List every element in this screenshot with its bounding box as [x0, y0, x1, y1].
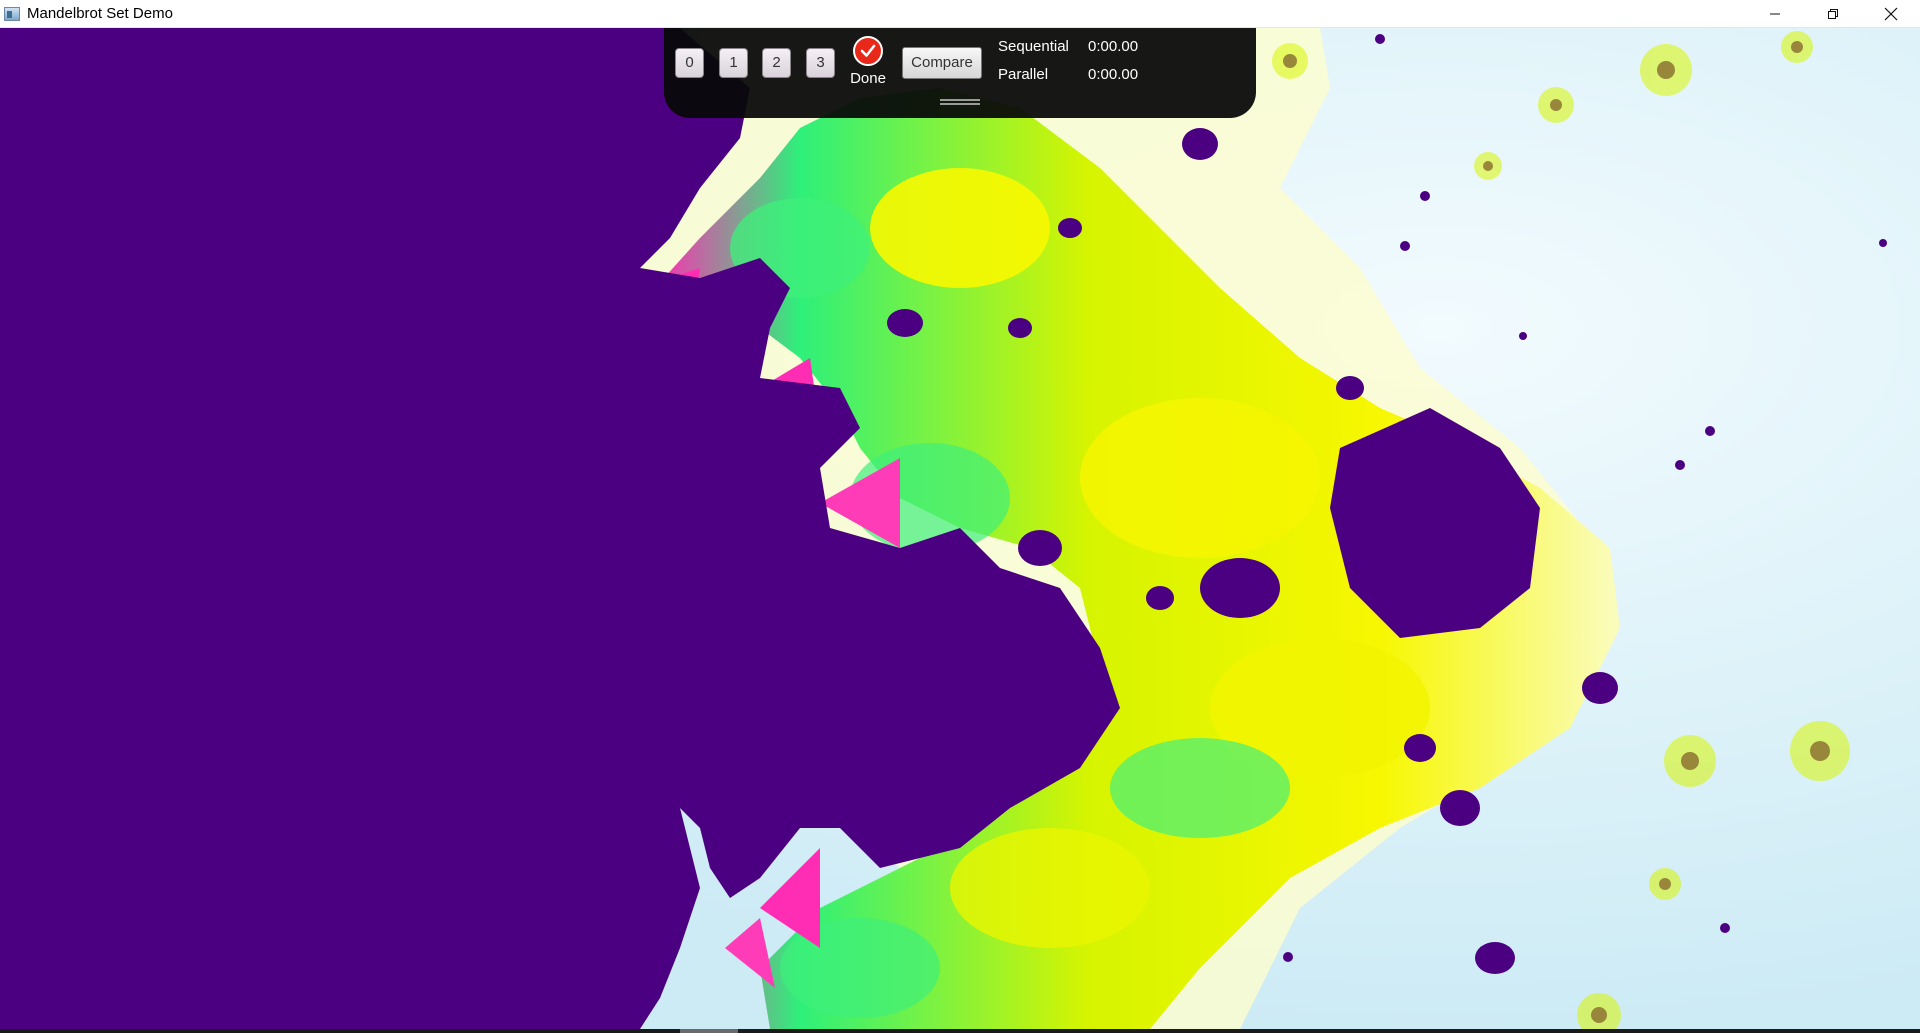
drag-handle-icon[interactable]: [940, 99, 980, 109]
button-1[interactable]: 1: [719, 48, 748, 78]
sequential-time: 0:00.00: [1088, 38, 1139, 55]
horizontal-scrollbar[interactable]: [0, 1029, 1920, 1033]
fractal-image: [0, 28, 1920, 1029]
button-2[interactable]: 2: [762, 48, 791, 78]
restore-icon: [1828, 9, 1838, 19]
window-title: Mandelbrot Set Demo: [27, 5, 173, 22]
button-0[interactable]: 0: [675, 48, 704, 78]
compare-button[interactable]: Compare: [902, 47, 982, 79]
title-bar[interactable]: Mandelbrot Set Demo: [0, 0, 1920, 28]
minimize-button[interactable]: [1746, 0, 1804, 28]
caption-buttons: [1746, 0, 1920, 28]
close-icon: [1884, 7, 1898, 21]
parallel-label: Parallel: [998, 66, 1049, 83]
close-button[interactable]: [1862, 0, 1920, 28]
control-panel: 0 1 2 3 Done Compare Sequential 0:00.00 …: [664, 28, 1256, 118]
checkmark-icon: [853, 36, 883, 66]
scrollbar-thumb[interactable]: [680, 1029, 738, 1033]
minimize-icon: [1770, 13, 1780, 15]
status-label: Done: [850, 70, 886, 87]
app-icon: [4, 6, 20, 21]
restore-button[interactable]: [1804, 0, 1862, 28]
mandelbrot-canvas[interactable]: [0, 28, 1920, 1029]
button-3[interactable]: 3: [806, 48, 835, 78]
parallel-time: 0:00.00: [1088, 66, 1139, 83]
sequential-label: Sequential: [998, 38, 1069, 55]
app-window: Mandelbrot Set Demo 0 1 2 3 Done Compare…: [0, 0, 1920, 1033]
